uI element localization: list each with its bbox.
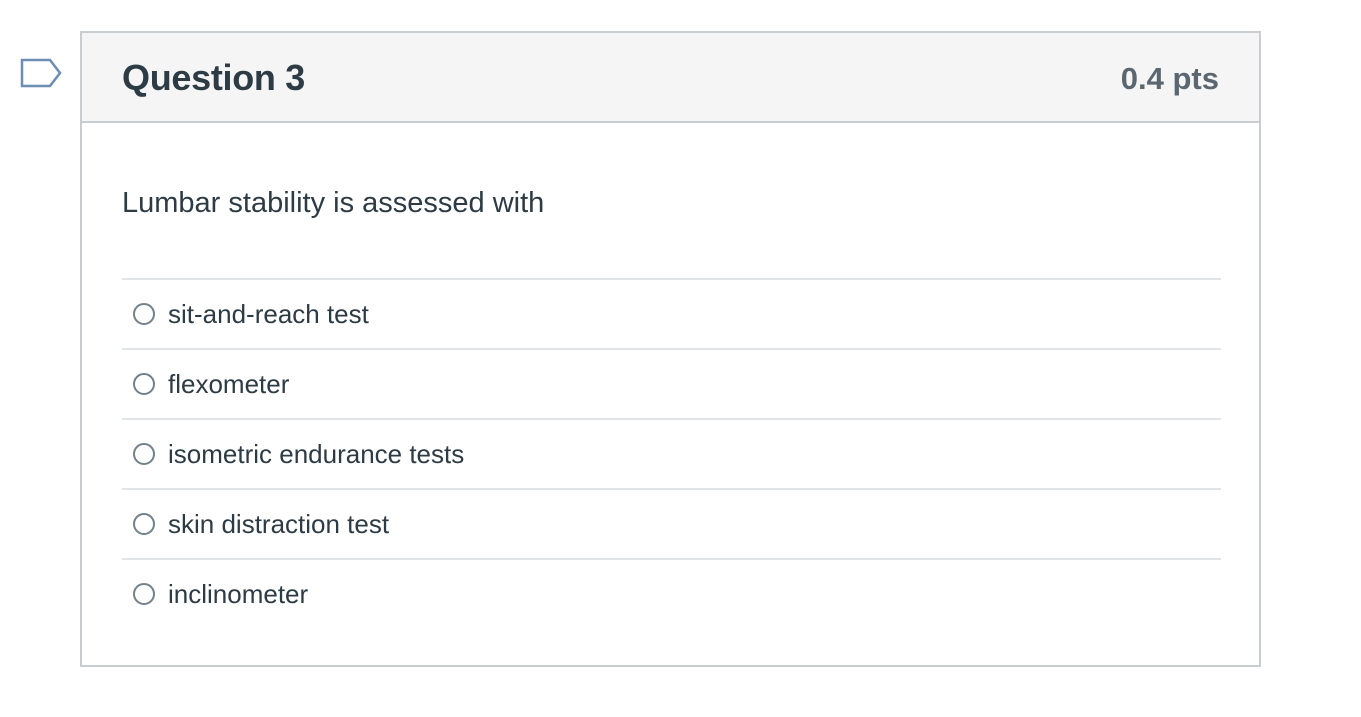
question-title: Question 3 (122, 57, 306, 98)
answer-label[interactable]: isometric endurance tests (168, 439, 464, 470)
question-points: 0.4 pts (1120, 61, 1219, 96)
radio-button[interactable] (133, 513, 155, 535)
answer-list: sit-and-reach test flexometer isometric … (122, 278, 1221, 628)
answer-option[interactable]: isometric endurance tests (122, 420, 1221, 490)
question-header: Question 3 0.4 pts (82, 33, 1259, 123)
radio-button[interactable] (133, 583, 155, 605)
question-text: Lumbar stability is assessed with (122, 187, 545, 219)
answer-option[interactable]: sit-and-reach test (122, 280, 1221, 350)
answer-label[interactable]: flexometer (168, 369, 289, 400)
answer-label[interactable]: sit-and-reach test (168, 299, 369, 330)
answer-label[interactable]: inclinometer (168, 579, 308, 610)
answer-option[interactable]: skin distraction test (122, 490, 1221, 560)
answer-option[interactable]: flexometer (122, 350, 1221, 420)
radio-button[interactable] (133, 303, 155, 325)
answer-label[interactable]: skin distraction test (168, 509, 389, 540)
radio-button[interactable] (133, 373, 155, 395)
question-card: Question 3 0.4 pts Lumbar stability is a… (80, 31, 1261, 667)
flag-question-icon[interactable] (20, 58, 64, 92)
radio-button[interactable] (133, 443, 155, 465)
answer-option[interactable]: inclinometer (122, 560, 1221, 628)
